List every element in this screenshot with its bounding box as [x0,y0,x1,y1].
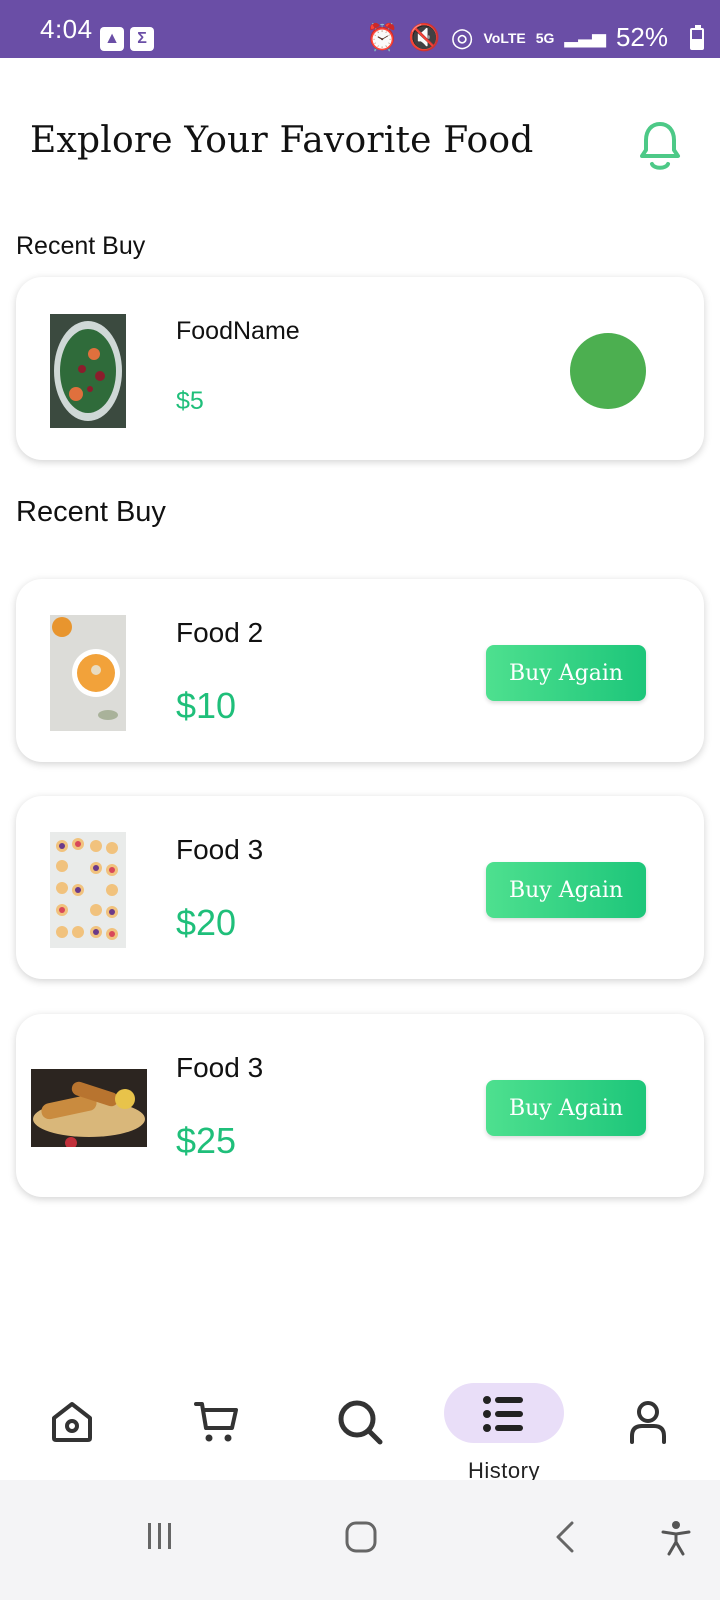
notification-icons: ▲ Σ [100,27,154,51]
food-price: $25 [176,1120,237,1161]
screen: 4:04 ▲ Σ ⏰ 🔇 ◎ VoLTE 5G ▂▃▅ 52% Explore … [0,0,720,1600]
history-label: Recent Buy [16,496,166,528]
accessibility-icon[interactable] [660,1520,692,1556]
food-image-rolls [31,1069,147,1147]
cart-icon[interactable] [192,1398,240,1446]
signal-icon: ▂▃▅ [564,27,606,47]
battery-percent: 52% [615,22,668,52]
history-card[interactable]: Food 2 $10 Buy Again [16,579,704,762]
system-navigation-bar [0,1480,720,1600]
recent-apps-icon[interactable] [144,1520,176,1552]
bell-icon[interactable] [632,114,688,174]
home-button-icon[interactable] [344,1520,378,1554]
food-name: Food 2 [176,617,264,648]
buy-again-button[interactable]: Buy Again [486,862,646,918]
volte-icon: VoLTE [483,29,526,46]
gallery-icon: ▲ [100,27,124,51]
food-name: Food 3 [176,1052,264,1083]
back-icon[interactable] [550,1520,580,1554]
mute-icon: 🔇 [408,22,441,52]
food-image-tarts [50,832,126,948]
profile-icon[interactable] [624,1398,672,1446]
food-price: $5 [176,387,204,415]
food-price: $10 [176,685,237,726]
bottom-navigation: History [0,1370,720,1483]
network-type: 5G [535,29,555,46]
food-image-soup [50,615,126,731]
food-name: Food 3 [176,834,264,865]
hotspot-icon: ◎ [450,22,474,52]
food-price: $20 [176,902,237,943]
home-icon[interactable] [48,1398,96,1446]
sigma-icon: Σ [130,27,154,51]
buy-again-button[interactable]: Buy Again [486,645,646,701]
history-card[interactable]: Food 3 $20 Buy Again [16,796,704,979]
food-name: FoodName [176,317,300,345]
list-icon[interactable] [480,1390,528,1438]
buy-again-button[interactable]: Buy Again [486,1080,646,1136]
page-title: Explore Your Favorite Food [30,120,534,161]
food-image-salad [50,314,126,428]
status-bar: 4:04 ▲ Σ ⏰ 🔇 ◎ VoLTE 5G ▂▃▅ 52% [0,0,720,58]
history-card[interactable]: Food 3 $25 Buy Again [16,1014,704,1197]
status-time: 4:04 [40,14,93,44]
recent-buy-card[interactable]: FoodName $5 [16,277,704,460]
status-dot [570,333,646,409]
alarm-icon: ⏰ [366,22,399,52]
status-icons: ⏰ 🔇 ◎ VoLTE 5G ▂▃▅ 52% [366,22,668,53]
battery-icon [690,25,704,50]
recent-buy-label: Recent Buy [16,232,146,260]
search-icon[interactable] [336,1398,384,1446]
